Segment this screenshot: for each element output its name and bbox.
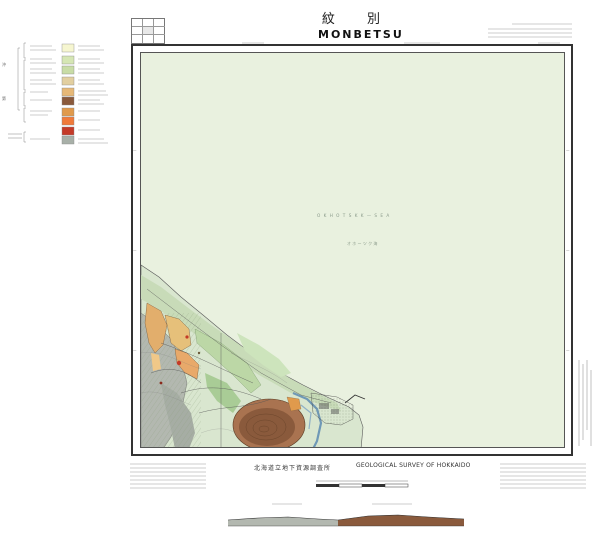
right-coordinate-tick: — xyxy=(566,348,570,352)
legend-epoch-label: 沖 xyxy=(2,61,6,67)
map-title-japanese: 紋 別 xyxy=(321,12,395,27)
top-margin-labels xyxy=(242,42,560,44)
scale-bar xyxy=(316,480,409,488)
breakwater xyxy=(344,394,366,404)
survey-name-english: GEOLOGICAL SURVEY OF HOKKAIDO xyxy=(356,462,471,469)
left-coordinate-tick: — xyxy=(133,148,137,152)
left-coordinate-tick: — xyxy=(133,348,137,352)
left-coordinate-tick: — xyxy=(133,248,137,252)
sea-label-japanese: オ ホ ー ツ ク 海 xyxy=(347,240,377,246)
section-labels xyxy=(272,503,412,505)
credits-table xyxy=(130,463,206,489)
right-coordinate-tick: — xyxy=(566,248,570,252)
index-map-grid xyxy=(131,18,165,44)
right-margin-notes xyxy=(578,360,592,446)
right-coordinate-tick: — xyxy=(566,148,570,152)
publication-notes xyxy=(500,463,586,489)
geologic-cross-section xyxy=(228,514,464,527)
geologic-map-graphic: O K H O T S K K — S E A オ ホ ー ツ ク 海 xyxy=(141,213,390,447)
survey-name-japanese: 北海道立地下資源調査所 xyxy=(254,465,332,472)
geologic-map-area: O K H O T S K K — S E A オ ホ ー ツ ク 海 xyxy=(140,52,565,448)
legend-graphic: 沖 第 xyxy=(2,42,108,145)
legend-epoch-label: 第 xyxy=(2,95,6,101)
sea-label-romaji: O K H O T S K K — S E A xyxy=(317,213,390,218)
geologic-legend: 沖 第 xyxy=(0,40,130,164)
